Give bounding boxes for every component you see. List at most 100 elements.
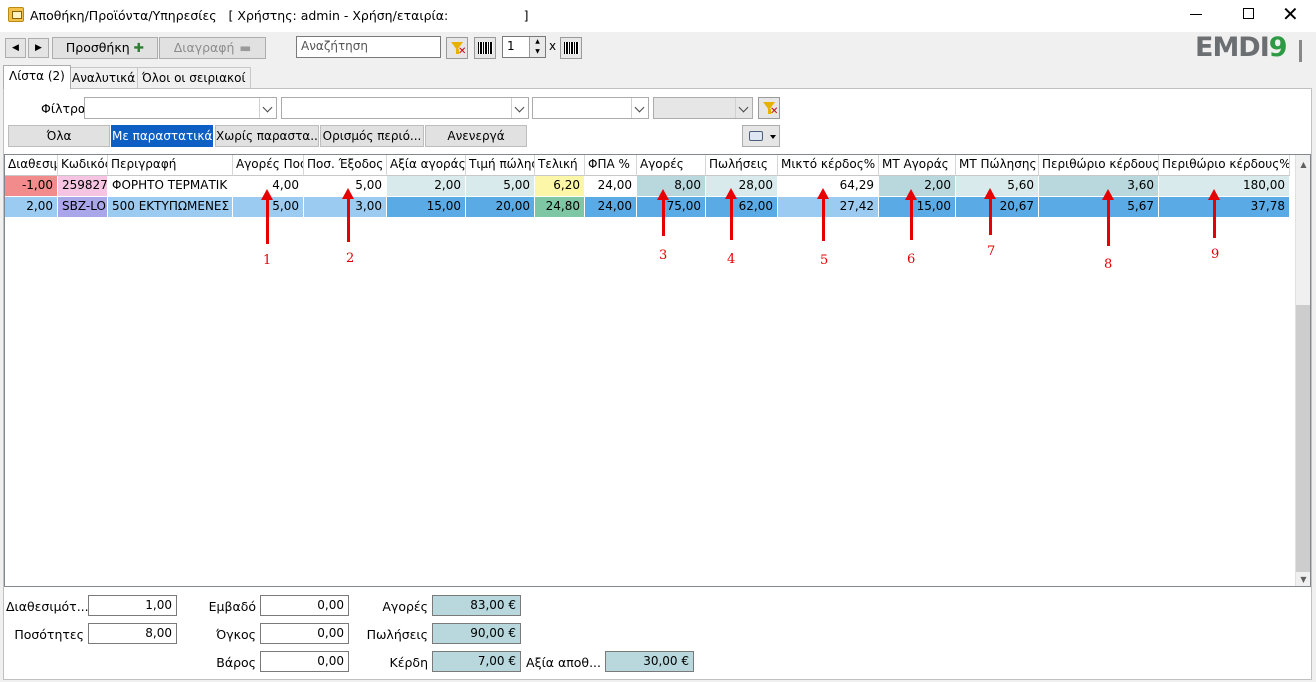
table-cell-purchase-value[interactable]: 15,00 — [387, 197, 466, 218]
table-cell-description[interactable]: ΦΟΡΗΤΟ ΤΕΡΜΑΤΙΚ — [108, 176, 233, 197]
table-cell-out-qty[interactable]: 3,00 — [304, 197, 387, 218]
close-button[interactable]: ✕ — [1282, 1, 1299, 27]
delete-button-label: Διαγραφή — [173, 40, 235, 55]
barcode-scan-button[interactable] — [474, 37, 496, 59]
scroll-down-icon[interactable]: ▼ — [1296, 572, 1310, 586]
filter-combo-1[interactable] — [84, 97, 277, 119]
column-header-gross-profit-pct[interactable]: Μικτό κέρδος% — [778, 155, 879, 176]
maximize-button[interactable] — [1243, 8, 1254, 19]
column-header-vat[interactable]: ΦΠΑ % — [585, 155, 637, 176]
app-icon — [8, 7, 24, 22]
filter-combo-3[interactable] — [532, 97, 649, 119]
add-button[interactable]: Προσθήκη ✚ — [52, 37, 158, 59]
table-cell-description[interactable]: 500 ΕΚΤΥΠΩΜΕΝΕΣ — [108, 197, 233, 218]
table-cell-vat[interactable]: 24,00 — [585, 197, 637, 218]
table-cell-code[interactable]: 259827 — [58, 176, 108, 197]
annotation-arrow-line — [989, 197, 992, 235]
tab-all-serials[interactable]: Όλοι οι σειριακοί — [137, 67, 251, 88]
previous-record-button[interactable]: ◀ — [5, 38, 26, 58]
table-cell-gross-profit-pct[interactable]: 27,42 — [778, 197, 879, 218]
table-cell-avg-sale[interactable]: 5,60 — [956, 176, 1039, 197]
annotation-arrow-head — [342, 188, 354, 199]
annotation-number: 7 — [987, 244, 996, 259]
column-header-purchase-value[interactable]: Αξία αγοράς — [387, 155, 466, 176]
quick-filter-inactive[interactable]: Ανενεργά — [425, 125, 527, 147]
volume-value: 0,00 — [260, 623, 349, 644]
table-cell-profit-margin-pct[interactable]: 180,00 — [1159, 176, 1290, 197]
tab-details[interactable]: Αναλυτικά — [67, 67, 141, 88]
logo-text: EMDI — [1195, 32, 1270, 63]
quick-filter-all[interactable]: Όλα — [8, 125, 110, 147]
quick-filter-with-documents[interactable]: Με παραστατικά — [111, 125, 213, 147]
table-cell-purchases[interactable]: 75,00 — [637, 197, 706, 218]
table-cell-sale-price[interactable]: 5,00 — [466, 176, 535, 197]
minimize-button[interactable] — [1190, 14, 1202, 15]
column-header-profit-margin-pct[interactable]: Περιθώριο κέρδους% — [1159, 155, 1290, 176]
times-label: x — [549, 39, 557, 53]
barcode-icon — [478, 42, 493, 54]
filter-combo-4[interactable] — [653, 97, 753, 119]
annotation-arrow-line — [822, 197, 825, 241]
table-cell-vat[interactable]: 24,00 — [585, 176, 637, 197]
chevron-down-icon — [735, 98, 752, 118]
clear-search-filter-button[interactable]: ✕ — [446, 37, 468, 59]
products-grid[interactable]: Διαθεσιμ Κωδικός Περιγραφή Αγορές Ποσ Ποσ. Έ… — [4, 154, 1311, 587]
quick-filter-define-period[interactable]: Ορισμός περιό... — [320, 125, 424, 147]
clear-filters-button[interactable]: ✕ — [758, 97, 780, 119]
table-cell-code[interactable]: SBZ-LO — [58, 197, 108, 218]
table-cell-available[interactable]: -1,00 — [5, 176, 58, 197]
column-header-purchases[interactable]: Αγορές — [637, 155, 706, 176]
column-header-code[interactable]: Κωδικός — [58, 155, 108, 176]
table-cell-purchase-value[interactable]: 2,00 — [387, 176, 466, 197]
table-cell-avg-purchase[interactable]: 15,00 — [879, 197, 956, 218]
table-cell-profit-margin[interactable]: 3,60 — [1039, 176, 1159, 197]
area-value: 0,00 — [260, 595, 349, 616]
column-header-avg-sale[interactable]: ΜΤ Πώλησης — [956, 155, 1039, 176]
print-button[interactable] — [742, 125, 780, 147]
column-header-avg-purchase[interactable]: ΜΤ Αγοράς — [879, 155, 956, 176]
table-cell-final-price[interactable]: 6,20 — [535, 176, 585, 197]
next-record-button[interactable]: ▶ — [28, 38, 49, 58]
quantity-stepper[interactable]: ▲ ▼ — [529, 37, 545, 57]
delete-button[interactable]: Διαγραφή ▬ — [159, 37, 266, 59]
table-cell-final-price[interactable]: 24,80 — [535, 197, 585, 218]
column-header-available[interactable]: Διαθεσιμ — [5, 155, 58, 176]
column-header-profit-margin[interactable]: Περιθώριο κέρδους — [1039, 155, 1159, 176]
purchases-label: Αγορές — [382, 599, 428, 614]
table-cell-sales[interactable]: 28,00 — [706, 176, 778, 197]
column-header-final-price[interactable]: Τελική — [535, 155, 585, 176]
scrollbar-thumb[interactable] — [1296, 305, 1310, 572]
barcode-print-button[interactable] — [560, 37, 582, 59]
weight-value: 0,00 — [260, 651, 349, 672]
column-header-purchase-qty[interactable]: Αγορές Ποσ — [233, 155, 304, 176]
chevron-down-icon — [511, 98, 528, 118]
column-header-sale-price[interactable]: Τιμή πώλησ — [466, 155, 535, 176]
filter-combo-2[interactable] — [281, 97, 529, 119]
table-cell-sale-price[interactable]: 20,00 — [466, 197, 535, 218]
column-header-description[interactable]: Περιγραφή — [108, 155, 233, 176]
table-cell-profit-margin-pct[interactable]: 37,78 — [1159, 197, 1290, 218]
table-cell-avg-sale[interactable]: 20,67 — [956, 197, 1039, 218]
add-button-label: Προσθήκη — [65, 40, 130, 55]
annotation-arrow-head — [261, 189, 273, 200]
tab-list[interactable]: Λίστα (2) — [3, 65, 71, 89]
table-cell-avg-purchase[interactable]: 2,00 — [879, 176, 956, 197]
quick-filter-without-documents[interactable]: Χωρίς παραστα... — [215, 125, 319, 147]
table-cell-profit-margin[interactable]: 5,67 — [1039, 197, 1159, 218]
profit-label: Κέρδη — [389, 655, 428, 670]
plus-icon: ✚ — [133, 40, 145, 55]
profit-value: 7,00 € — [432, 651, 521, 672]
panel-grip[interactable] — [1299, 40, 1302, 62]
column-header-sales[interactable]: Πωλήσεις — [706, 155, 778, 176]
sales-label: Πωλήσεις — [366, 627, 428, 642]
chevron-down-icon — [259, 98, 276, 118]
column-header-out-qty[interactable]: Ποσ. Έξοδος — [304, 155, 387, 176]
annotation-number: 3 — [659, 248, 668, 263]
table-cell-sales[interactable]: 62,00 — [706, 197, 778, 218]
table-cell-purchases[interactable]: 8,00 — [637, 176, 706, 197]
quantities-label: Ποσότητες — [14, 627, 84, 642]
table-cell-available[interactable]: 2,00 — [5, 197, 58, 218]
search-input[interactable]: Αναζήτηση — [296, 36, 441, 58]
barcode-icon — [564, 42, 579, 54]
scroll-up-icon[interactable]: ▲ — [1296, 157, 1310, 172]
